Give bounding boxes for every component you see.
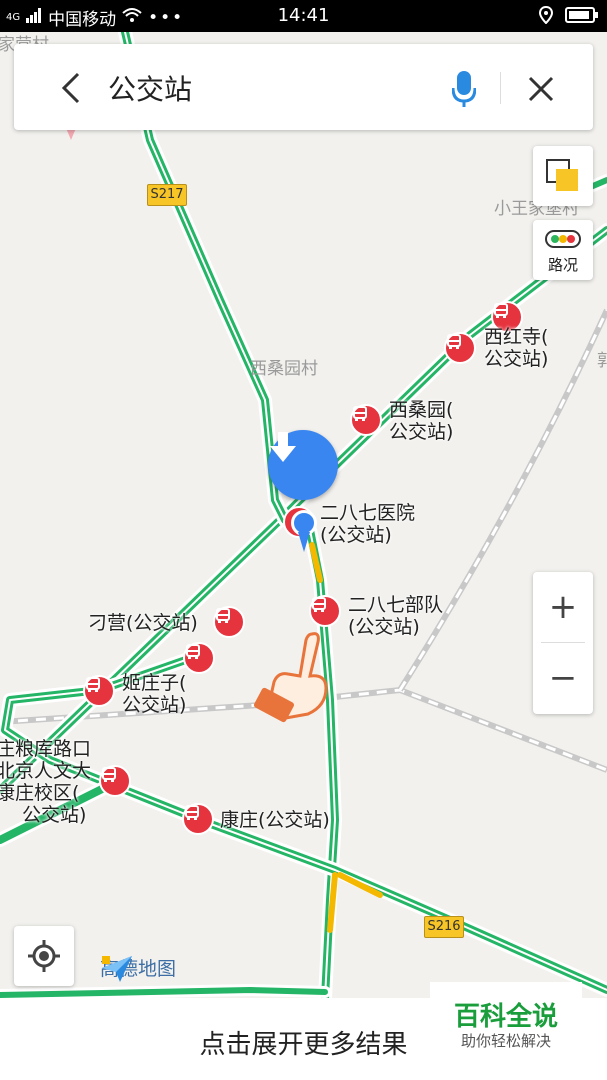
bus-station-icon[interactable] (350, 404, 382, 436)
amap-logo-icon (102, 956, 132, 982)
watermark-subtitle: 助你轻松解决 (460, 1032, 551, 1050)
bus-station-icon[interactable] (309, 595, 341, 627)
station-label-line: 公交站) (389, 421, 454, 443)
station-label-line: 康庄(公交站) (220, 809, 330, 831)
zoom-in-button[interactable]: + (533, 572, 593, 642)
close-icon[interactable] (528, 76, 554, 102)
station-label-line: 庄粮库路口 (0, 738, 92, 760)
traffic-label: 路况 (547, 256, 578, 274)
bus-station-icon[interactable] (444, 332, 476, 364)
traffic-light-icon (545, 230, 581, 248)
station-label-line: 西红寺( (484, 326, 549, 348)
map-brand-logo: 高德地图 (100, 954, 176, 982)
station-label-xihongsi[interactable]: 西红寺( 公交站) (484, 326, 548, 370)
station-label-287-troops[interactable]: 二八七部队 (公交站) (348, 594, 443, 638)
layers-button[interactable] (533, 146, 593, 206)
station-label-line: 二八七部队 (348, 594, 444, 616)
station-label-line: 公交站) (484, 348, 549, 370)
station-label-line: 康庄校区( (0, 782, 80, 804)
bus-station-icon[interactable] (183, 642, 215, 674)
battery-icon (565, 7, 599, 28)
locate-icon (28, 940, 60, 972)
zoom-controls: + − (533, 572, 593, 714)
place-label-right-edge: 郭 (597, 351, 607, 371)
search-query[interactable]: 公交站 (108, 68, 192, 108)
station-label-line: (公交站) (348, 616, 420, 638)
clock: 14:41 (277, 5, 330, 26)
station-label-diaoying[interactable]: 刁营(公交站) (88, 612, 198, 634)
microphone-icon[interactable] (452, 70, 476, 108)
location-icon (538, 5, 554, 29)
selected-location-marker[interactable] (268, 430, 338, 500)
road-shield-s216-label: S216 (427, 919, 461, 934)
status-bar: 4G 中国移动 ••• 14:41 (0, 0, 607, 32)
station-label-line: (公交站) (320, 524, 392, 546)
arrow-down-icon (270, 432, 296, 462)
zoom-out-button[interactable]: − (533, 643, 593, 713)
station-label-line: 刁营(公交站) (88, 612, 198, 634)
station-label-line: 西桑园( (389, 399, 454, 421)
road-shield-s217-label: S217 (150, 187, 184, 202)
map-canvas[interactable]: S217 S216 家营村 小王家堡村 西桑园村 郭 西红寺( 公交站) 西桑园… (0, 32, 607, 998)
hand-pointer-icon (254, 632, 328, 723)
station-label-line: 北京人文大 (0, 760, 92, 782)
place-label-xisangyuan-village: 西桑园村 (250, 359, 318, 379)
station-label-kangzhuang[interactable]: 康庄(公交站) (220, 809, 330, 831)
locate-button[interactable] (14, 926, 74, 986)
back-button[interactable] (60, 72, 84, 104)
station-label-line: 姬庄子( (122, 672, 187, 694)
search-bar: 公交站 (14, 44, 593, 130)
layers-icon (546, 159, 578, 191)
marker-pointer-tail (298, 532, 310, 552)
traffic-button[interactable]: 路况 (533, 220, 593, 280)
bus-station-icon[interactable] (213, 606, 245, 638)
bus-station-icon[interactable] (182, 803, 214, 835)
station-label-287-hospital[interactable]: 二八七医院 (公交站) (320, 502, 415, 546)
station-label-kangzhuang-campus[interactable]: 庄粮库路口 北京人文大 康庄校区( 公交站) (0, 738, 91, 826)
road-shield-s216: S216 (424, 916, 464, 938)
watermark-badge: 百科全说 助你轻松解决 (430, 982, 582, 1052)
road-shield-s217: S217 (147, 184, 187, 206)
search-divider (500, 72, 501, 104)
station-label-line: 二八七医院 (320, 502, 416, 524)
watermark-title: 百科全说 (453, 1002, 558, 1032)
bus-station-icon[interactable] (99, 765, 131, 797)
station-label-line: 公交站) (22, 804, 87, 826)
station-label-xisangyuan[interactable]: 西桑园( 公交站) (389, 399, 453, 443)
station-label-jizhuangzi[interactable]: 姬庄子( 公交站) (122, 672, 186, 716)
bus-station-icon[interactable] (83, 675, 115, 707)
station-label-line: 公交站) (122, 694, 187, 716)
